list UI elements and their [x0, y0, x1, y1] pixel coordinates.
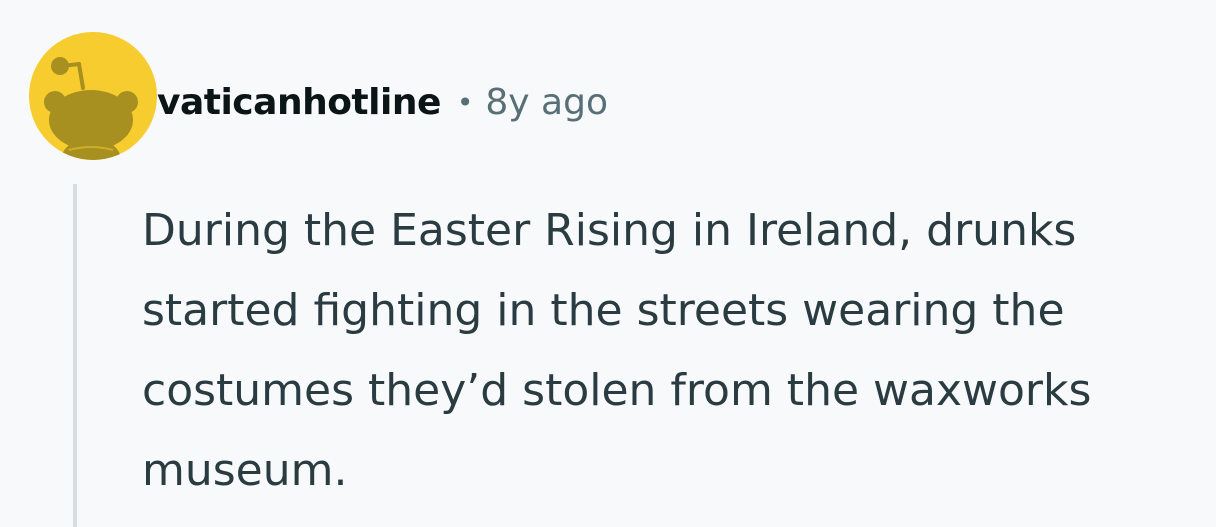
- username-link[interactable]: vaticanhotline: [157, 82, 441, 123]
- comment-body: During the Easter Rising in Ireland, dru…: [142, 205, 1092, 496]
- user-avatar[interactable]: [29, 32, 157, 160]
- comment: vaticanhotline • 8y ago During the Easte…: [0, 0, 1216, 527]
- snoo-avatar-icon: [44, 57, 138, 160]
- thread-line[interactable]: [73, 184, 77, 527]
- timestamp[interactable]: 8y ago: [485, 82, 608, 123]
- separator-dot: •: [456, 85, 474, 119]
- comment-meta: vaticanhotline • 8y ago: [157, 74, 608, 130]
